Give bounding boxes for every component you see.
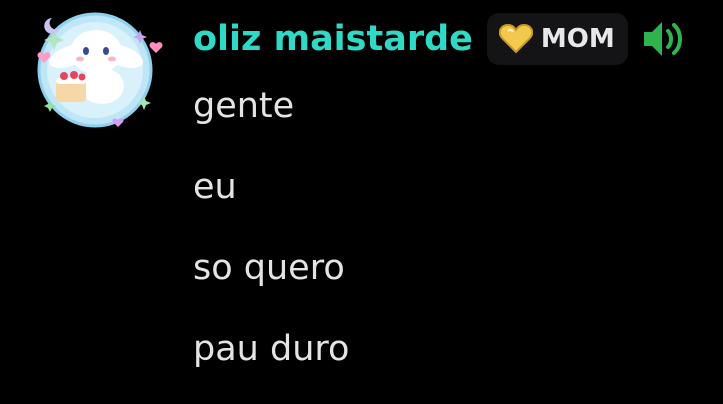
message-text: pau duro — [193, 329, 350, 369]
message-text: eu — [193, 167, 237, 207]
role-tag-label: MOM — [540, 24, 615, 54]
message-lines: gente eu so quero pau duro — [193, 80, 349, 404]
chat-message-group: oliz maistarde MOM gente eu so quero pau… — [0, 0, 723, 399]
message-header: oliz maistarde MOM — [193, 13, 686, 65]
user-avatar[interactable] — [22, 4, 168, 134]
message-text: so quero — [193, 248, 345, 288]
message-text: gente — [193, 86, 295, 126]
role-tag[interactable]: MOM — [486, 13, 628, 65]
bunny-avatar-icon — [37, 12, 163, 128]
gold-heart-icon — [498, 24, 533, 54]
username[interactable]: oliz maistarde — [193, 19, 473, 59]
speaker-icon — [643, 22, 682, 56]
